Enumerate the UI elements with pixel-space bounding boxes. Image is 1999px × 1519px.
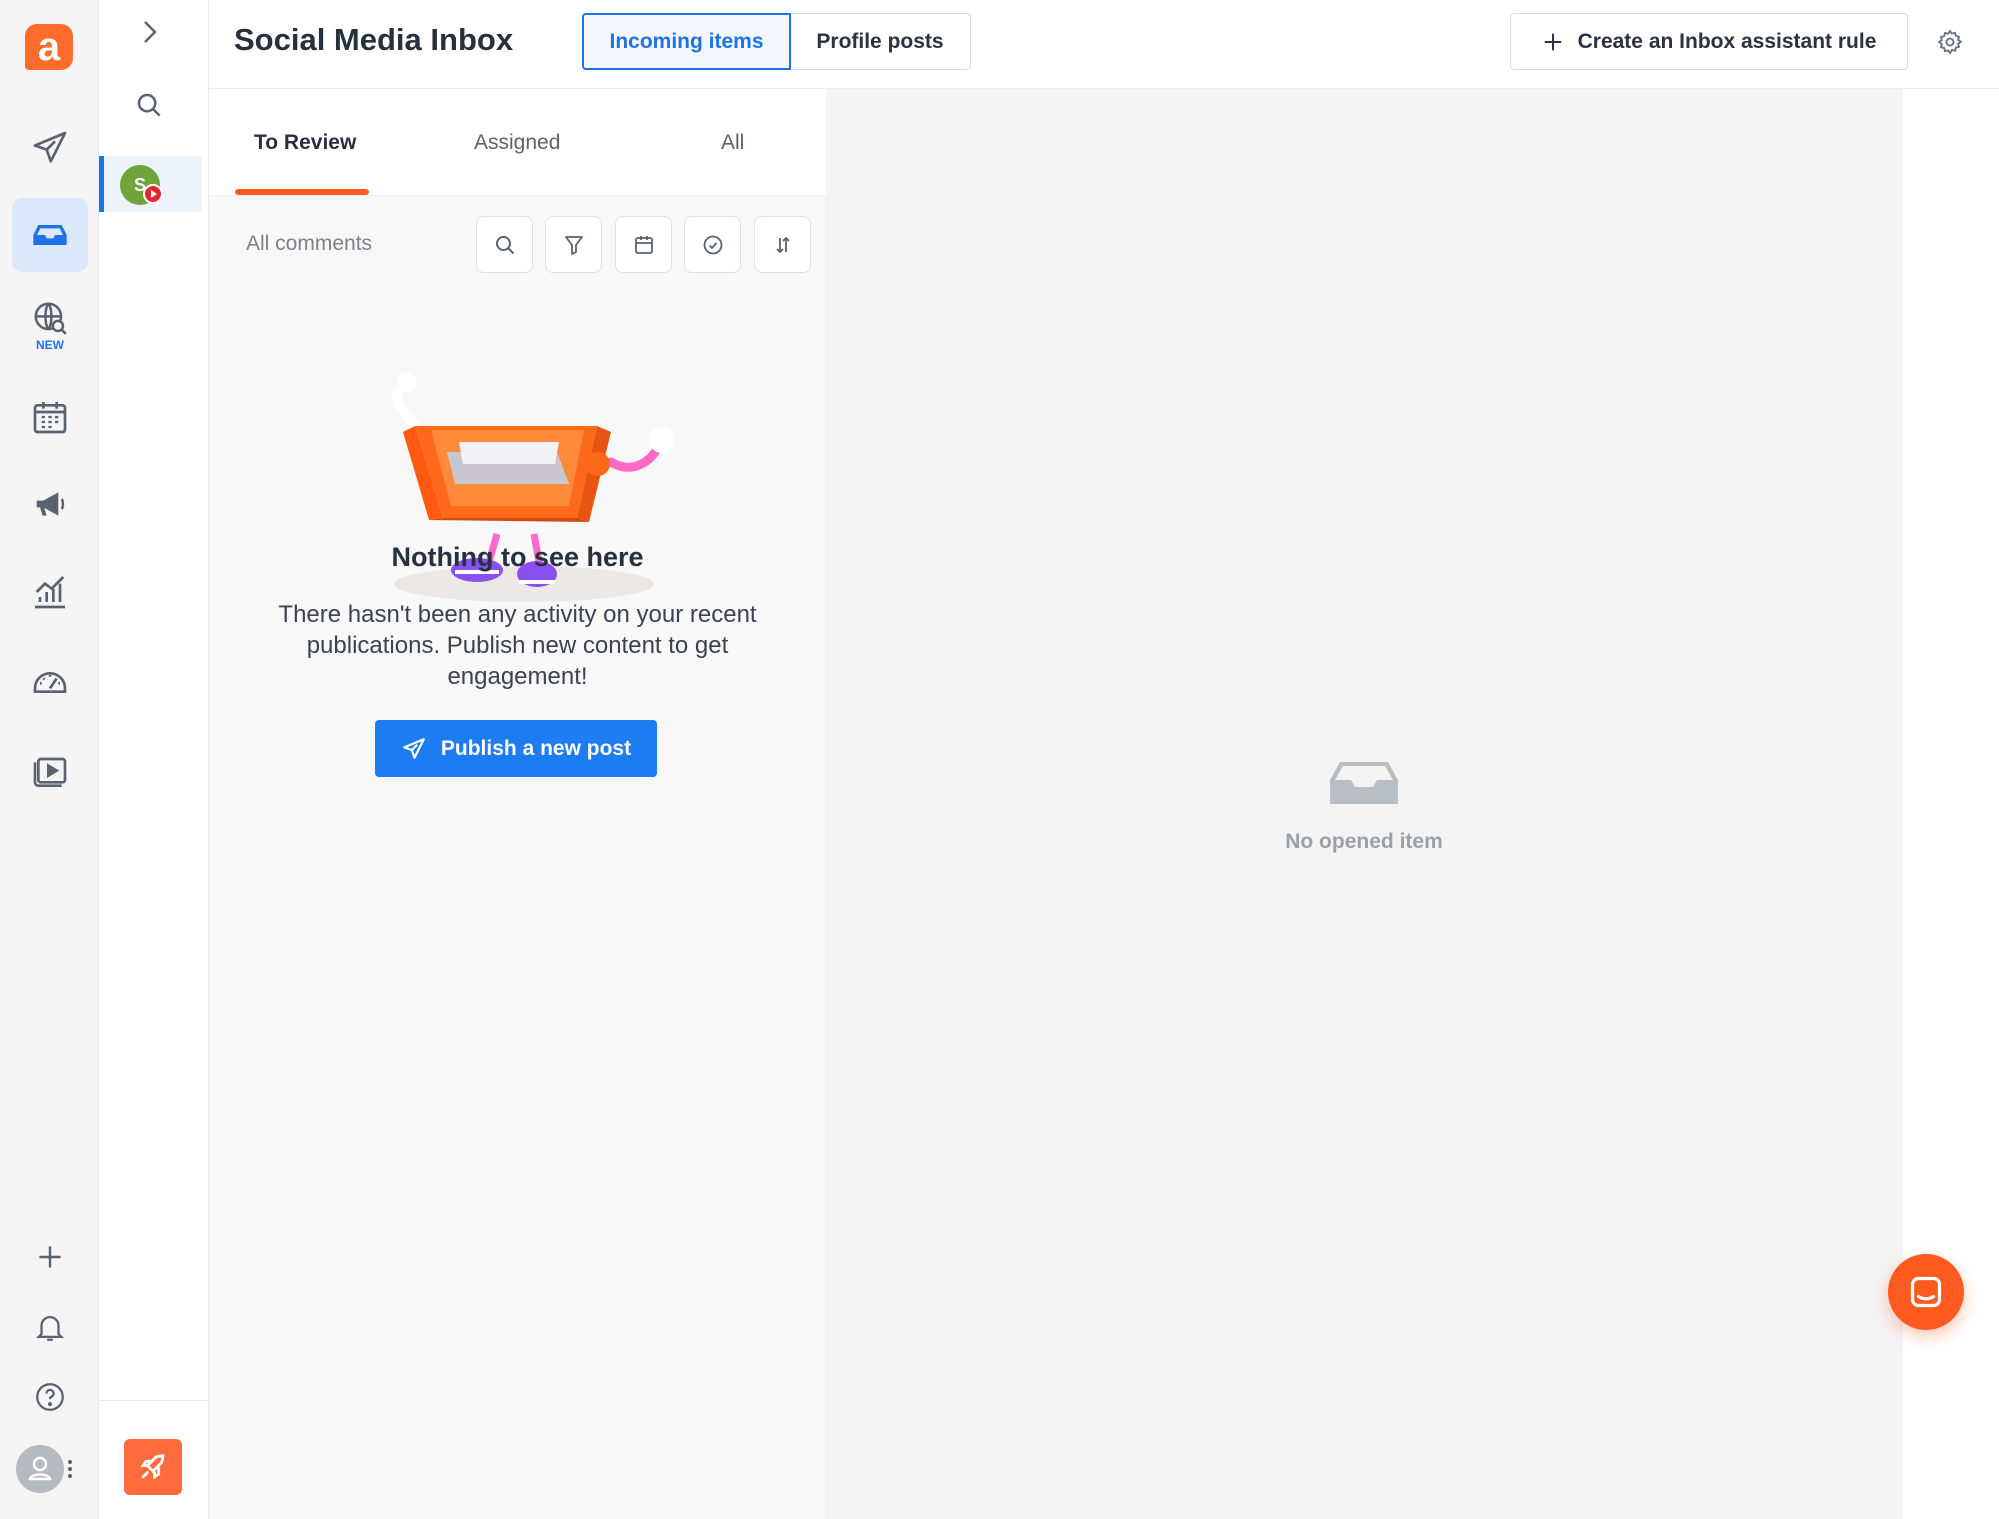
empty-state-text: There hasn't been any activity on your r… <box>278 601 757 690</box>
media-nav-button[interactable] <box>12 732 88 806</box>
expand-button[interactable] <box>139 18 161 46</box>
tab-all[interactable]: All <box>721 131 744 155</box>
inbox-tray-icon <box>1330 762 1398 804</box>
globe-search-icon <box>34 301 67 335</box>
paper-plane-icon <box>403 737 425 759</box>
profile-divider <box>99 1400 209 1401</box>
calendar-icon <box>634 235 653 254</box>
speedometer-icon <box>33 672 67 693</box>
funnel-icon <box>564 235 583 255</box>
youtube-badge-icon <box>143 184 163 204</box>
plus-icon <box>1544 33 1561 50</box>
calendar-nav-button[interactable] <box>12 380 88 454</box>
sort-arrows-icon <box>775 236 790 253</box>
user-menu-button[interactable] <box>14 1432 78 1506</box>
plus-icon <box>39 1246 61 1268</box>
profile-search-button[interactable] <box>134 90 164 120</box>
no-opened-item-label: No opened item <box>1285 830 1443 853</box>
filter-button[interactable] <box>545 216 602 273</box>
date-filter-button[interactable] <box>615 216 672 273</box>
chat-support-button[interactable] <box>1888 1254 1964 1330</box>
user-avatar-icon <box>16 1445 72 1493</box>
item-detail-panel <box>826 89 1903 1519</box>
create-inbox-rule-label: Create an Inbox assistant rule <box>1577 29 1877 53</box>
search-icon <box>137 93 161 117</box>
media-library-icon <box>33 757 67 787</box>
bell-icon <box>35 1316 65 1341</box>
tab-incoming-items[interactable]: Incoming items <box>582 13 791 70</box>
empty-state-title: Nothing to see here <box>391 542 644 572</box>
create-inbox-rule-button[interactable]: Create an Inbox assistant rule <box>1510 13 1908 70</box>
tab-profile-posts[interactable]: Profile posts <box>789 13 971 70</box>
listening-nav-button[interactable]: NEW <box>12 288 88 362</box>
analytics-nav-button[interactable] <box>12 555 88 629</box>
check-circle-icon <box>703 235 722 254</box>
rocket-icon <box>140 1454 165 1480</box>
help-icon <box>36 1383 64 1411</box>
profile-column <box>99 0 209 1519</box>
tab-to-review[interactable]: To Review <box>254 131 356 155</box>
notifications-button[interactable] <box>12 1290 88 1364</box>
megaphone-icon <box>36 492 65 516</box>
items-list-panel: To Review Assigned All All comments Noth… <box>209 89 826 1519</box>
chevron-right-icon <box>144 21 157 43</box>
main-nav-rail: a NEW <box>0 0 99 1519</box>
analytics-chart-icon <box>35 576 65 609</box>
ads-nav-button[interactable] <box>12 467 88 541</box>
publish-new-post-label: Publish a new post <box>440 736 632 760</box>
publish-new-post-button[interactable]: Publish a new post <box>375 720 657 777</box>
publish-nav-button[interactable] <box>12 111 88 185</box>
settings-button[interactable] <box>1936 28 1964 56</box>
mark-done-button[interactable] <box>684 216 741 273</box>
add-button[interactable] <box>12 1220 88 1294</box>
app-logo[interactable]: a <box>25 24 73 70</box>
help-button[interactable] <box>12 1360 88 1434</box>
reports-nav-button[interactable] <box>12 643 88 717</box>
calendar-icon <box>33 402 67 434</box>
inbox-nav-button[interactable] <box>12 198 88 272</box>
chat-icon <box>1910 1276 1942 1308</box>
new-badge: NEW <box>36 337 64 352</box>
upgrade-rocket-button[interactable] <box>124 1439 182 1495</box>
review-tabs: To Review Assigned All <box>209 89 826 196</box>
gear-icon <box>1937 29 1963 55</box>
paper-plane-icon <box>33 131 67 163</box>
search-icon <box>495 235 514 254</box>
page-title: Social Media Inbox <box>234 22 514 57</box>
top-header: Social Media Inbox Incoming items Profil… <box>209 0 1999 89</box>
search-comments-button[interactable] <box>476 216 533 273</box>
comment-filter-dropdown[interactable]: All comments <box>246 232 372 256</box>
inbox-tray-icon <box>33 225 67 245</box>
active-tab-indicator <box>235 189 369 195</box>
tab-assigned[interactable]: Assigned <box>474 131 560 155</box>
sort-button[interactable] <box>754 216 811 273</box>
